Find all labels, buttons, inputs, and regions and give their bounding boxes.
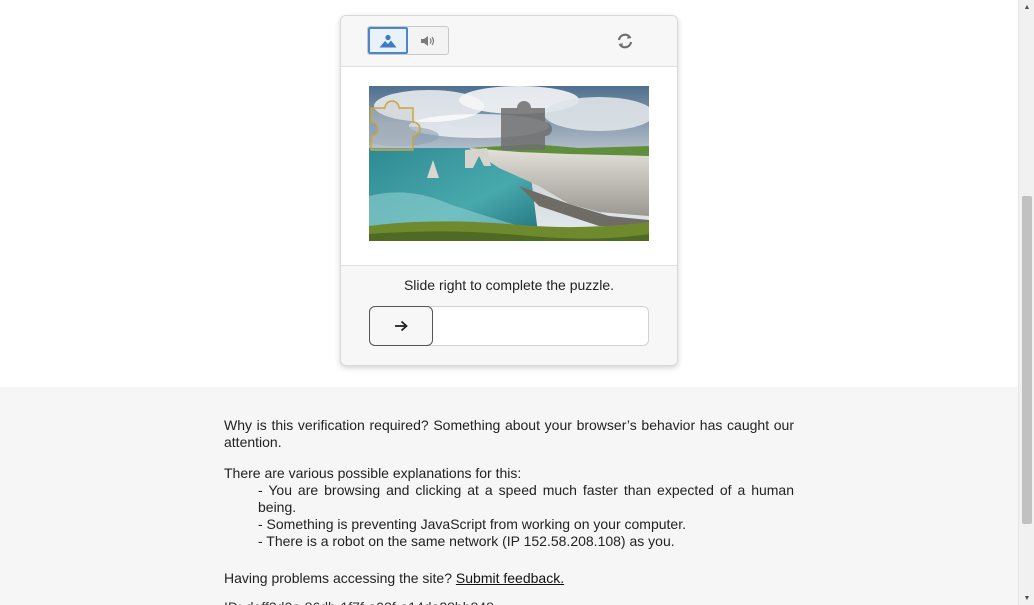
audio-mode-button[interactable]	[408, 27, 448, 54]
scroll-down-icon[interactable]: ▼	[1019, 591, 1034, 605]
verification-info: Why is this verification required? Somet…	[224, 417, 794, 605]
why-verification-text: Why is this verification required? Somet…	[224, 417, 794, 450]
scroll-thumb[interactable]	[1022, 196, 1032, 524]
puzzle-image-area	[341, 67, 677, 266]
captcha-mode-selector	[367, 26, 449, 55]
slider-handle[interactable]	[369, 306, 433, 346]
arrow-right-icon	[395, 320, 408, 332]
problems-line: Having problems accessing the site? Subm…	[224, 570, 794, 587]
image-icon	[379, 34, 397, 47]
puzzle-piece	[370, 100, 421, 151]
coastal-cliffs-photo	[369, 86, 649, 241]
explanations-list: - You are browsing and clicking at a spe…	[258, 482, 794, 550]
problems-text: Having problems accessing the site?	[224, 570, 453, 586]
scroll-up-icon[interactable]: ▲	[1019, 0, 1034, 14]
reference-id: ID: deff3d0a-86db-1f7f-a03f-a14da28bb848	[224, 599, 794, 605]
list-item: - You are browsing and clicking at a spe…	[258, 482, 794, 515]
speaker-icon	[421, 35, 435, 46]
captcha-instruction: Slide right to complete the puzzle.	[403, 277, 615, 293]
list-item: - Something is preventing JavaScript fro…	[258, 516, 686, 532]
list-item: - There is a robot on the same network (…	[258, 533, 675, 549]
explanations-intro: There are various possible explanations …	[224, 465, 522, 481]
image-mode-button[interactable]	[368, 27, 409, 54]
puzzle-image	[369, 86, 649, 241]
scrollbar[interactable]: ▲ ▼	[1018, 0, 1034, 605]
refresh-button[interactable]	[613, 30, 637, 52]
submit-feedback-link[interactable]: Submit feedback.	[456, 570, 564, 586]
captcha-widget: Slide right to complete the puzzle.	[340, 15, 678, 366]
captcha-header	[341, 16, 677, 67]
refresh-icon	[617, 33, 633, 49]
